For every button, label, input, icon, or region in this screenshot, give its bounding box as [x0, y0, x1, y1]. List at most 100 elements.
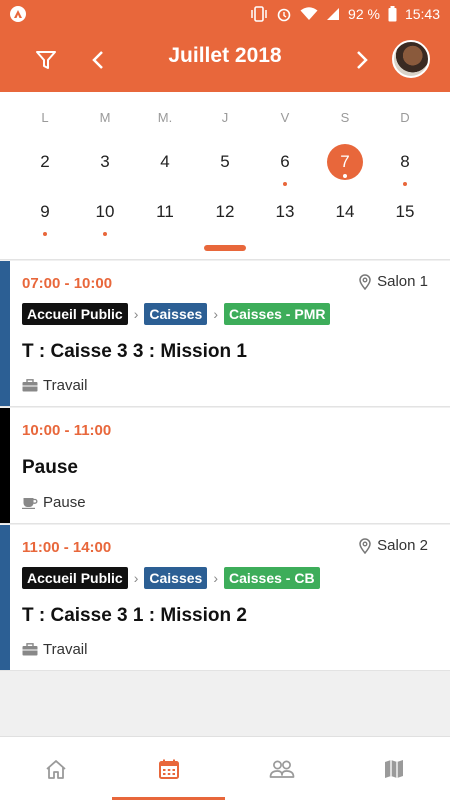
user-avatar[interactable] [392, 40, 430, 78]
event-dot [403, 182, 407, 186]
location-label: Salon 1 [377, 273, 428, 290]
day-number: 11 [156, 202, 174, 221]
filter-icon [36, 51, 56, 69]
event-type: Travail [22, 377, 87, 394]
tag-caisses-cb: Caisses - CB [223, 567, 320, 589]
weekday-label: L [41, 110, 49, 125]
filter-button[interactable] [34, 46, 58, 74]
day-number: 14 [335, 202, 355, 221]
calendar-day[interactable]: 13 [255, 194, 315, 230]
calendar-day[interactable]: 14 [315, 194, 375, 230]
wifi-icon [300, 7, 318, 21]
weekday-label: J [221, 110, 229, 125]
next-month-button[interactable] [350, 46, 374, 74]
calendar-day[interactable]: 5 [195, 144, 255, 180]
nav-calendar[interactable] [112, 737, 225, 800]
weekday-label: M. [157, 110, 173, 125]
status-bar: 92 % 15:43 [0, 0, 450, 28]
briefcase-icon [22, 379, 38, 392]
weekday-label: D [400, 110, 410, 125]
alarm-icon [276, 6, 292, 22]
tag-accueil-public: Accueil Public [22, 567, 128, 589]
calendar-day[interactable]: 2 [15, 144, 75, 180]
event-color-bar [0, 408, 10, 523]
day-number: 6 [280, 152, 290, 171]
day-number: 8 [400, 152, 410, 171]
calendar-day[interactable]: 9 [15, 194, 75, 236]
coffee-cup-icon [22, 498, 38, 509]
event-title: T : Caisse 3 1 : Mission 2 [22, 605, 247, 626]
calendar-icon [158, 759, 179, 779]
event-card[interactable]: 11:00 - 14:00 Salon 2 Accueil Public › C… [0, 525, 450, 671]
day-number: 9 [40, 202, 50, 221]
chevron-left-icon [92, 51, 103, 69]
month-title: Juillet 2018 [168, 44, 282, 67]
weekday-label: V [280, 110, 290, 125]
vibrate-icon [250, 6, 268, 22]
nav-team[interactable] [225, 737, 338, 800]
calendar-day[interactable]: 11 [135, 194, 195, 230]
day-number: 5 [220, 152, 230, 171]
event-type-label: Travail [43, 641, 88, 658]
event-location: Salon 1 [359, 273, 428, 290]
calendar-day[interactable]: 6 [255, 144, 315, 186]
map-icon [385, 760, 403, 778]
app-header: Juillet 2018 [0, 28, 450, 92]
previous-month-button[interactable] [86, 46, 110, 74]
calendar-day[interactable]: 12 [195, 194, 255, 230]
people-icon [269, 760, 294, 778]
clock: 15:43 [404, 6, 440, 22]
event-card[interactable]: 07:00 - 10:00 Salon 1 Accueil Public › C… [0, 261, 450, 407]
home-icon [46, 760, 66, 779]
chevron-right-icon: › [213, 306, 218, 322]
event-dot [283, 182, 287, 186]
weekday-label: S [340, 110, 350, 125]
event-type-label: Travail [43, 377, 88, 394]
day-number: 4 [160, 152, 170, 171]
weekday-label: M [99, 110, 111, 125]
briefcase-icon [22, 643, 38, 656]
event-breadcrumb: Accueil Public › Caisses › Caisses - CB [22, 567, 320, 589]
calendar-week-row: 9 10 11 12 13 14 15 [15, 194, 435, 236]
calendar-day[interactable]: 3 [75, 144, 135, 180]
chevron-right-icon: › [213, 570, 218, 586]
nav-home[interactable] [0, 737, 112, 800]
event-title: T : Caisse 3 3 : Mission 1 [22, 341, 247, 362]
battery-level: 92 % [348, 6, 380, 22]
event-type: Pause [22, 494, 86, 511]
calendar-week-row: 2 3 4 5 6 7 8 [15, 144, 435, 186]
event-type: Travail [22, 641, 87, 658]
location-pin-icon [359, 537, 371, 554]
tag-caisses-pmr: Caisses - PMR [223, 303, 331, 325]
calendar-day[interactable]: 4 [135, 144, 195, 180]
event-color-bar [0, 525, 10, 670]
week-calendar: L M M. J V S D 2 3 4 5 6 7 8 9 10 11 12 … [0, 92, 450, 260]
day-number: 10 [95, 202, 115, 221]
day-number: 15 [395, 202, 415, 221]
calendar-day-selected[interactable]: 7 [315, 144, 375, 180]
calendar-expand-handle[interactable] [204, 245, 246, 251]
event-location: Salon 2 [359, 537, 428, 554]
calendar-day[interactable]: 10 [75, 194, 135, 236]
event-title: Pause [22, 457, 78, 478]
battery-icon [388, 6, 397, 22]
bottom-navigation [0, 736, 450, 800]
event-time: 10:00 - 11:00 [22, 422, 112, 439]
day-number: 12 [215, 202, 235, 221]
day-number: 13 [275, 202, 295, 221]
tag-accueil-public: Accueil Public [22, 303, 128, 325]
event-breadcrumb: Accueil Public › Caisses › Caisses - PMR [22, 303, 331, 325]
chevron-right-icon [357, 51, 368, 69]
event-dot [343, 174, 347, 178]
location-pin-icon [359, 273, 371, 290]
app-notification-icon [10, 6, 26, 22]
calendar-day[interactable]: 15 [375, 194, 435, 230]
event-dot [43, 232, 47, 236]
chevron-right-icon: › [133, 306, 139, 322]
tag-caisses: Caisses [144, 567, 208, 589]
calendar-day[interactable]: 8 [375, 144, 435, 186]
nav-map[interactable] [338, 737, 450, 800]
event-color-bar [0, 261, 10, 406]
event-card[interactable]: 10:00 - 11:00 Pause Pause [0, 408, 450, 524]
tag-caisses: Caisses [144, 303, 208, 325]
